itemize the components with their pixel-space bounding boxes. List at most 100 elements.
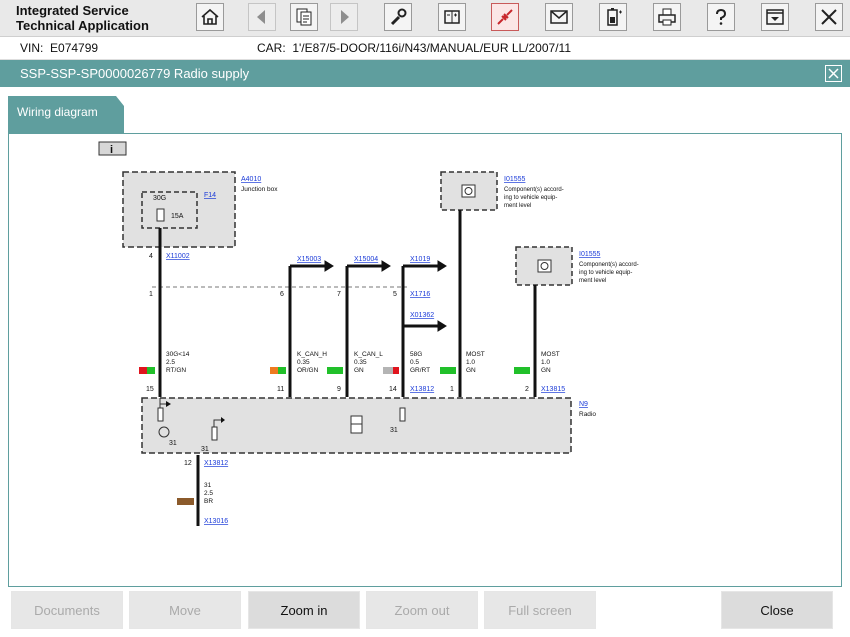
wire4-color: GR/RT bbox=[410, 367, 430, 374]
back-button[interactable] bbox=[248, 3, 276, 31]
measure-icon bbox=[444, 10, 460, 24]
bottom-button-bar: Documents Move Zoom in Zoom out Full scr… bbox=[0, 588, 850, 637]
wire5-signal: MOST bbox=[466, 351, 485, 358]
wire6-signal: MOST bbox=[541, 351, 560, 358]
link-f14[interactable]: F14 bbox=[204, 192, 216, 199]
service-button[interactable] bbox=[384, 3, 412, 31]
wire7-color: BR bbox=[204, 498, 213, 505]
question-icon bbox=[716, 8, 727, 25]
top-toolbar: Integrated Service Technical Application bbox=[0, 0, 850, 37]
close-button[interactable]: Close bbox=[721, 591, 833, 629]
app-title: Integrated Service Technical Application bbox=[16, 3, 149, 33]
link-x13016[interactable]: X13016 bbox=[204, 518, 228, 525]
car-info: CAR: 1'/E87/5-DOOR/116i/N43/MANUAL/EUR L… bbox=[257, 41, 571, 55]
close-icon bbox=[821, 9, 837, 25]
label-junction-box: Junction box bbox=[241, 186, 278, 193]
wire2-size: 0.35 bbox=[297, 359, 310, 366]
link-x1019[interactable]: X1019 bbox=[410, 256, 430, 263]
wire7-size: 2.5 bbox=[204, 490, 213, 497]
menu-down-icon bbox=[766, 9, 784, 25]
svg-text:Component(s) accord-: Component(s) accord- bbox=[504, 187, 564, 193]
close-document-button[interactable] bbox=[825, 65, 842, 82]
documents-button[interactable]: Documents bbox=[11, 591, 123, 629]
connection-button[interactable] bbox=[491, 3, 519, 31]
link-x1716[interactable]: X1716 bbox=[410, 291, 430, 298]
wire7-signal: 31 bbox=[204, 482, 212, 489]
move-button[interactable]: Move bbox=[129, 591, 241, 629]
measuring-button[interactable] bbox=[438, 3, 466, 31]
message-button[interactable] bbox=[545, 3, 573, 31]
wrench-icon bbox=[390, 8, 407, 26]
help-button[interactable] bbox=[707, 3, 735, 31]
pin-15: 15 bbox=[146, 386, 154, 393]
wire4-size: 0.5 bbox=[410, 359, 419, 366]
documents-icon bbox=[296, 8, 312, 26]
document-title: SSP-SSP-SP0000026779 Radio supply bbox=[20, 66, 250, 81]
home-button[interactable] bbox=[196, 3, 224, 31]
link-i01555-right[interactable]: I01555 bbox=[579, 251, 601, 258]
forward-button[interactable] bbox=[330, 3, 358, 31]
zoom-out-button[interactable]: Zoom out bbox=[366, 591, 478, 629]
svg-text:31: 31 bbox=[390, 427, 398, 434]
pin-5: 5 bbox=[393, 291, 397, 298]
link-n9[interactable]: N9 bbox=[579, 401, 588, 408]
link-i01555-top[interactable]: I01555 bbox=[504, 176, 526, 183]
info-button[interactable]: i bbox=[98, 141, 127, 156]
junction-box-a4010: 30G 15A bbox=[122, 171, 236, 248]
svg-text:ing to vehicle equip-: ing to vehicle equip- bbox=[579, 270, 632, 276]
menu-button[interactable] bbox=[761, 3, 789, 31]
wire3-signal: K_CAN_L bbox=[354, 351, 383, 358]
svg-text:31: 31 bbox=[169, 440, 177, 447]
close-icon bbox=[828, 68, 839, 79]
radio-n9: 31 31 31 bbox=[141, 397, 572, 454]
home-icon bbox=[201, 8, 219, 25]
wire4-signal: 58G bbox=[410, 351, 422, 358]
component-i01555-top bbox=[440, 171, 498, 211]
wire5-color: GN bbox=[466, 367, 476, 374]
zoom-in-button[interactable]: Zoom in bbox=[248, 591, 360, 629]
arrow-right-icon bbox=[341, 10, 349, 24]
link-x11002[interactable]: X11002 bbox=[166, 253, 190, 260]
arrow-left-icon bbox=[257, 10, 265, 24]
link-x13812-top[interactable]: X13812 bbox=[410, 386, 434, 393]
pin-12: 12 bbox=[184, 460, 192, 467]
vehicle-info-bar: VIN: E074799 CAR: 1'/E87/5-DOOR/116i/N43… bbox=[0, 37, 850, 60]
wire6-color: GN bbox=[541, 367, 551, 374]
pin-4: 4 bbox=[149, 253, 153, 260]
wire1-signal: 30G<14 bbox=[166, 351, 190, 358]
svg-text:31: 31 bbox=[201, 446, 209, 453]
pin-11: 11 bbox=[277, 386, 284, 393]
svg-text:Component(s) accord-: Component(s) accord- bbox=[579, 262, 639, 268]
wire1-color: RT/GN bbox=[166, 367, 186, 374]
svg-text:ment level: ment level bbox=[579, 278, 606, 284]
link-x01362[interactable]: X01362 bbox=[410, 312, 434, 319]
documents-button[interactable] bbox=[290, 3, 318, 31]
link-x13812-bottom[interactable]: X13812 bbox=[204, 460, 228, 467]
link-x15004[interactable]: X15004 bbox=[354, 256, 378, 263]
pin-2: 2 bbox=[525, 386, 529, 393]
link-x15003[interactable]: X15003 bbox=[297, 256, 321, 263]
vin-info: VIN: E074799 bbox=[20, 41, 99, 55]
exit-button[interactable] bbox=[815, 3, 843, 31]
pin-7: 7 bbox=[337, 291, 341, 298]
svg-text:ment level: ment level bbox=[504, 203, 531, 209]
fuse-rating: 15A bbox=[171, 213, 184, 220]
full-screen-button[interactable]: Full screen bbox=[484, 591, 596, 629]
diagram-panel: i 30G 15A A4010 Junction box F14 I01555 … bbox=[8, 133, 842, 587]
wires bbox=[158, 210, 537, 526]
printer-icon bbox=[658, 8, 676, 26]
battery-icon bbox=[607, 8, 622, 26]
wiring-diagram: i 30G 15A A4010 Junction box F14 I01555 … bbox=[98, 141, 639, 526]
pin-1-bottom: 1 bbox=[450, 386, 454, 393]
plug-icon bbox=[497, 9, 513, 25]
link-x13815[interactable]: X13815 bbox=[541, 386, 565, 393]
document-header: SSP-SSP-SP0000026779 Radio supply bbox=[0, 60, 850, 87]
tab-wiring-diagram[interactable]: Wiring diagram bbox=[8, 96, 124, 133]
link-a4010[interactable]: A4010 bbox=[241, 176, 261, 183]
wire2-color: OR/GN bbox=[297, 367, 319, 374]
wire3-size: 0.35 bbox=[354, 359, 367, 366]
wire1-size: 2.5 bbox=[166, 359, 175, 366]
wire2-signal: K_CAN_H bbox=[297, 351, 327, 358]
battery-button[interactable] bbox=[599, 3, 627, 31]
print-button[interactable] bbox=[653, 3, 681, 31]
